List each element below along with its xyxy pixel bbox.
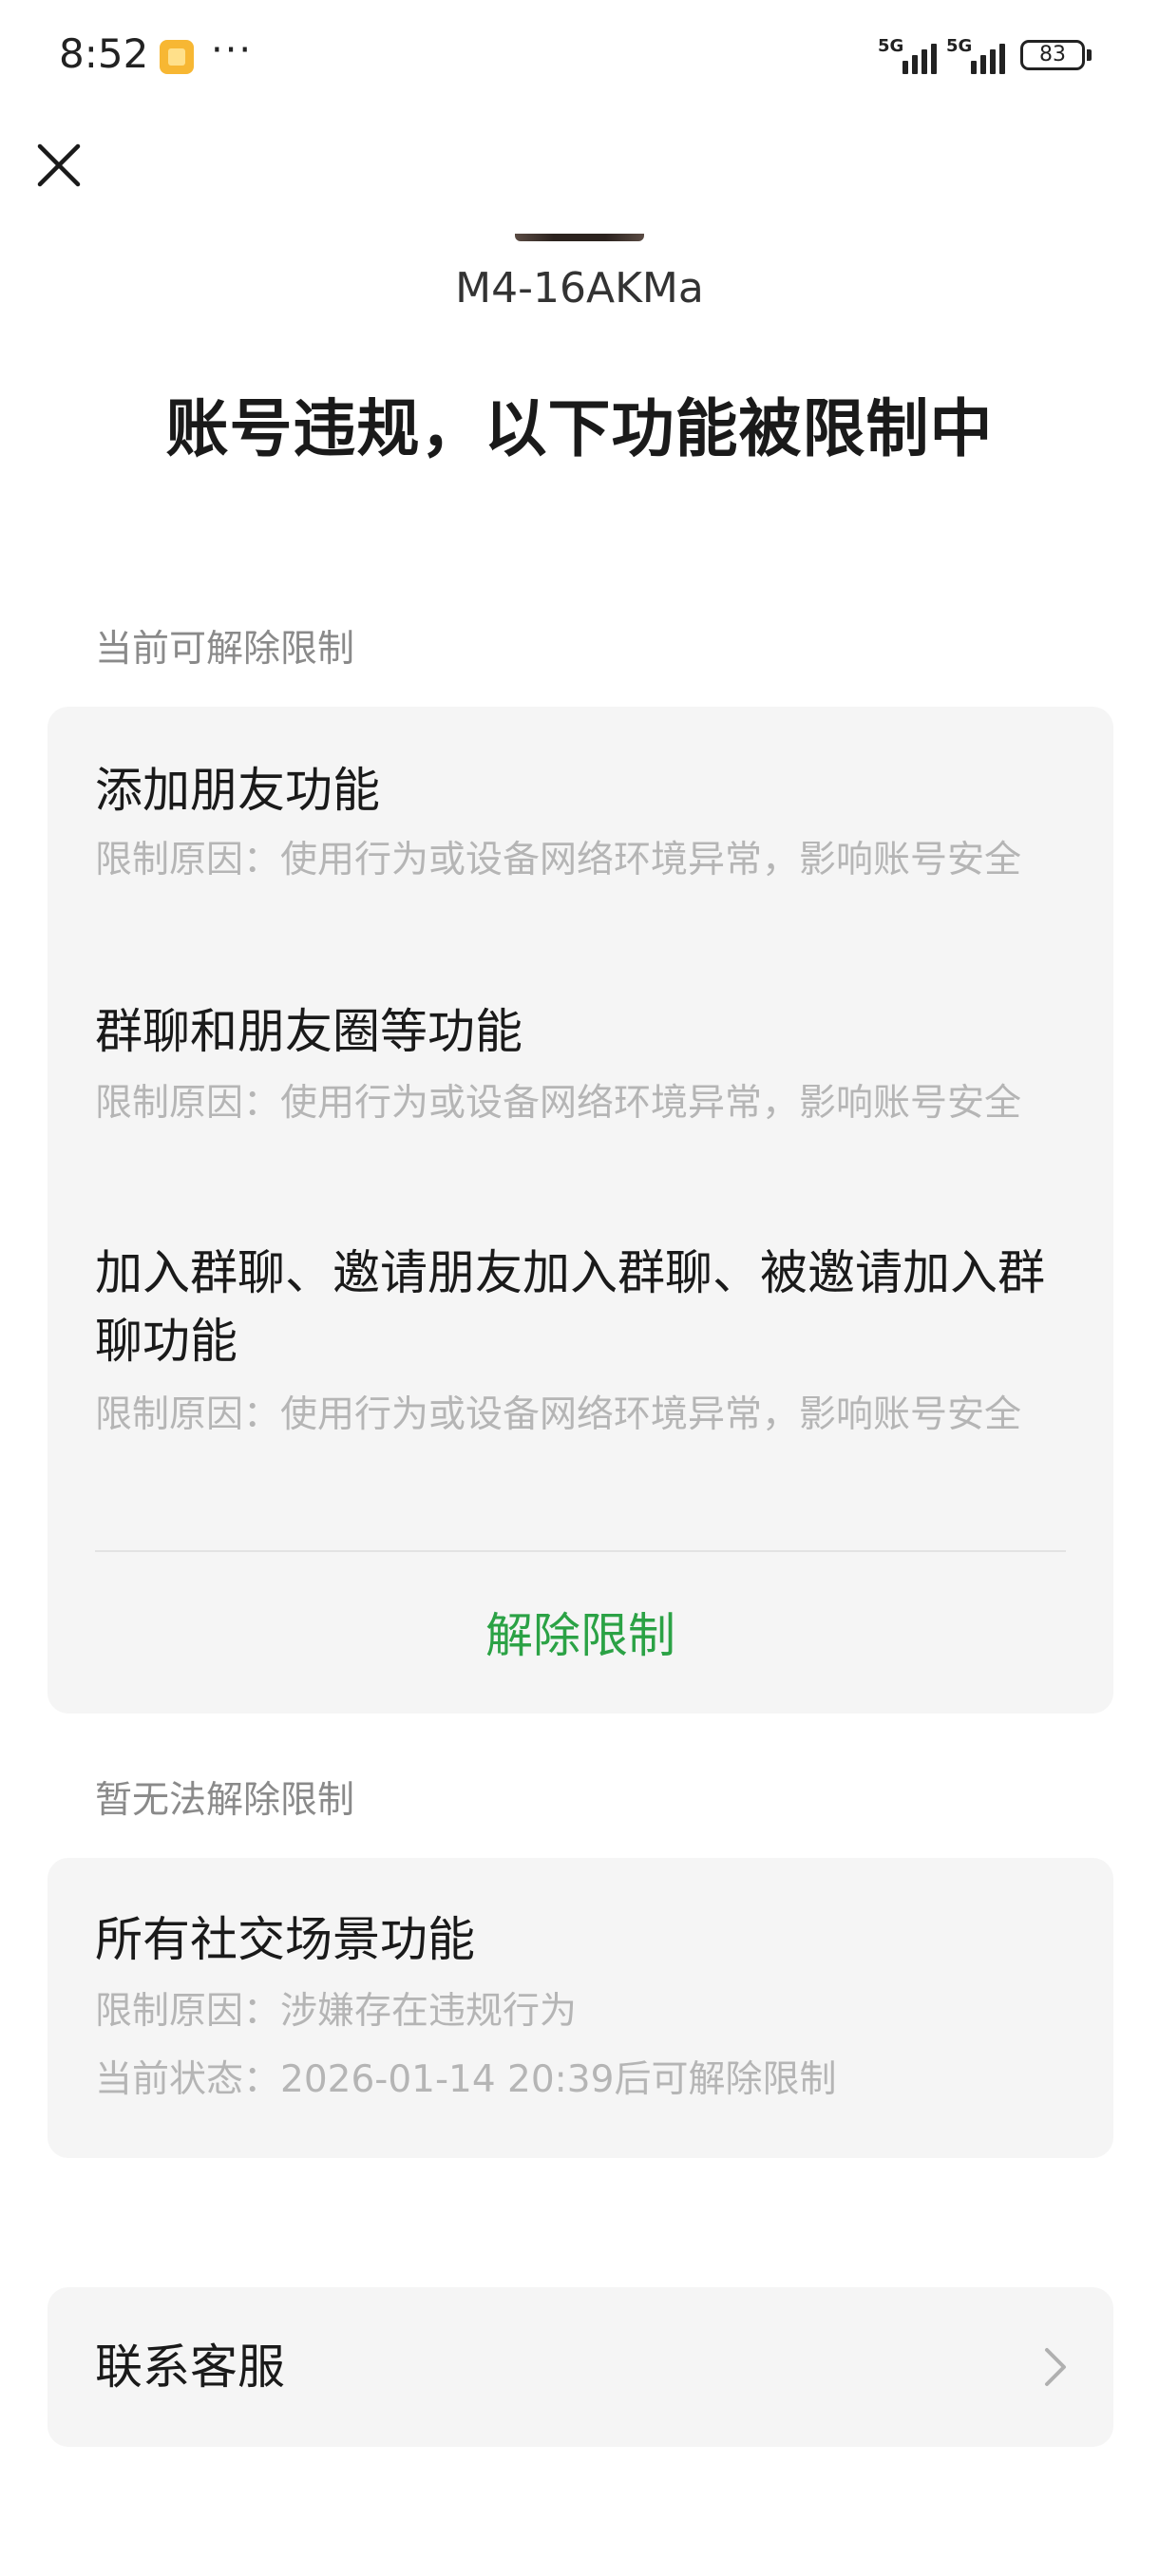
signal-bar: [931, 44, 937, 74]
signal-bar: [912, 55, 918, 74]
signal-bar: [902, 61, 908, 74]
section-label-non-removable: 暂无法解除限制: [95, 1779, 355, 1822]
unlock-restrictions-button[interactable]: 解除限制: [48, 1598, 1113, 1666]
restriction-item-status: 当前状态：2026-01-14 20:39后可解除限制: [95, 2058, 837, 2101]
signal-1: 5G: [878, 36, 944, 74]
contact-support-row[interactable]: 联系客服: [48, 2287, 1113, 2447]
restriction-item-title: 所有社交场景功能: [95, 1912, 475, 1967]
restriction-item-reason: 限制原因：涉嫌存在违规行为: [95, 1990, 578, 2033]
more-notifications-icon: ···: [211, 28, 254, 72]
restriction-item-reason: 限制原因：使用行为或设备网络环境异常，影响账号安全: [95, 1393, 1022, 1436]
signal-1-label: 5G: [878, 36, 904, 56]
chevron-right-icon: [1045, 2348, 1066, 2386]
battery-tip: [1087, 49, 1092, 61]
signal-2-label: 5G: [946, 36, 973, 56]
signal-bar: [980, 55, 986, 74]
status-bar: 8:52 ··· 5G 5G 83: [0, 0, 1159, 114]
restriction-item-title: 添加朋友功能: [95, 763, 380, 818]
signal-bar: [922, 49, 927, 74]
removable-restrictions-card: 添加朋友功能 限制原因：使用行为或设备网络环境异常，影响账号安全 群聊和朋友圈等…: [48, 707, 1113, 1714]
signal-2: 5G: [946, 36, 1013, 74]
contact-support-label: 联系客服: [95, 2339, 285, 2395]
restriction-item-title: 加入群聊、邀请朋友加入群聊、被邀请加入群聊功能: [95, 1245, 1045, 1369]
section-label-removable: 当前可解除限制: [95, 628, 355, 671]
status-time: 8:52: [59, 30, 149, 77]
restriction-item-reason: 限制原因：使用行为或设备网络环境异常，影响账号安全: [95, 1082, 1022, 1125]
app-notification-icon: [160, 40, 194, 74]
close-button[interactable]: [28, 135, 89, 196]
restriction-item-title: 群聊和朋友圈等功能: [95, 1004, 522, 1059]
non-removable-restrictions-card: 所有社交场景功能 限制原因：涉嫌存在违规行为 当前状态：2026-01-14 2…: [48, 1858, 1113, 2158]
close-icon: [37, 143, 81, 187]
signal-bar: [990, 49, 996, 74]
battery-indicator: 83: [1020, 40, 1085, 70]
page-title: 账号违规，以下功能被限制中: [165, 392, 994, 465]
signal-bar: [999, 44, 1005, 74]
signal-bar: [971, 61, 977, 74]
device-name: M4-16AKMa: [455, 264, 704, 313]
restriction-item-reason: 限制原因：使用行为或设备网络环境异常，影响账号安全: [95, 839, 1022, 881]
divider: [95, 1550, 1066, 1552]
device-image: [515, 234, 644, 241]
